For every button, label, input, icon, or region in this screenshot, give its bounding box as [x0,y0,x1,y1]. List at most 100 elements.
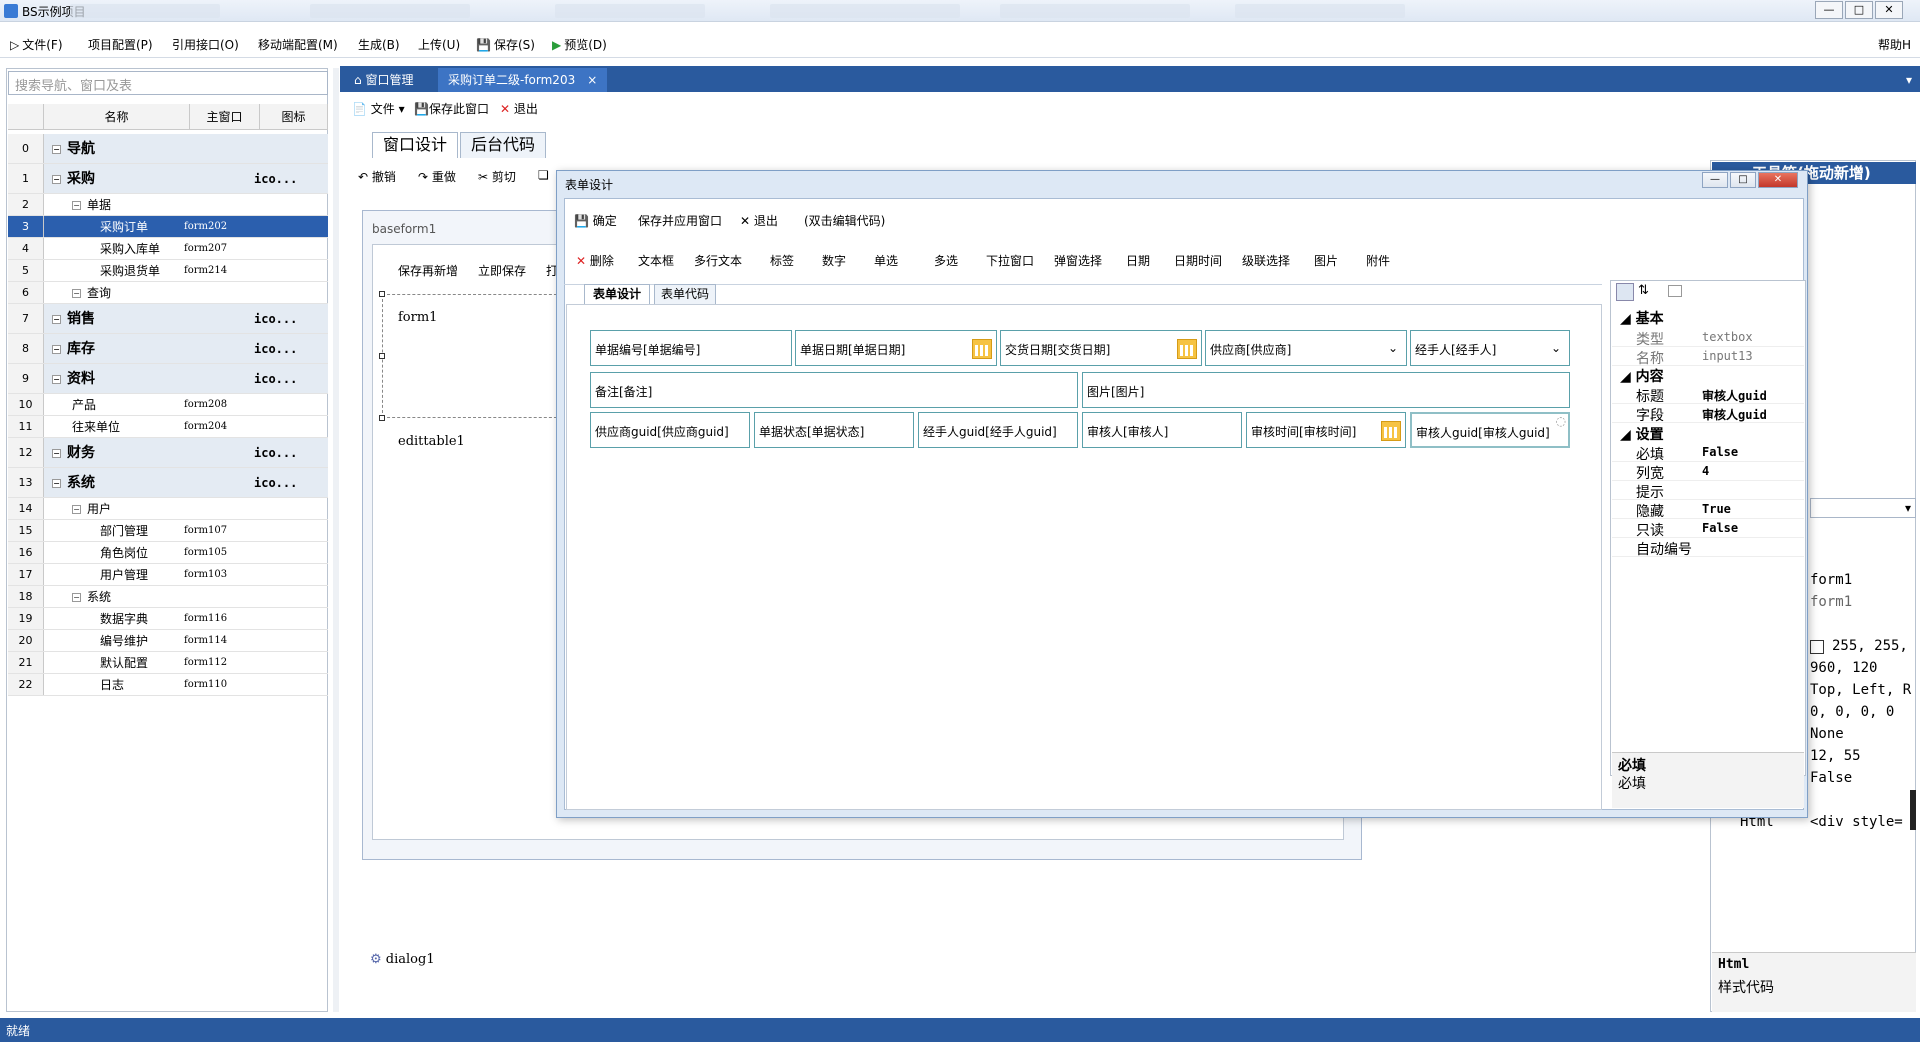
nav-row[interactable]: 7− 销售 ico... [8,304,328,334]
widget-button[interactable]: 多行文本 [694,252,742,269]
nav-row[interactable]: 16 角色岗位 form105 [8,542,328,564]
collapse-icon[interactable]: − [72,505,81,514]
prop-row[interactable]: 隐藏 True [1612,500,1804,520]
field-image[interactable]: 图片[图片] [1082,372,1570,408]
categorized-icon[interactable] [1616,283,1634,301]
collapse-icon[interactable]: − [52,448,61,458]
menu-build[interactable]: 生成(B) [358,36,400,53]
prop-category-basic[interactable]: ◢ 基本 [1620,308,1664,328]
collapse-icon[interactable]: − [72,593,81,602]
widget-button[interactable]: ✕ 删除 [576,252,614,269]
resize-handle[interactable] [379,353,385,359]
nav-row[interactable]: 22 日志 form110 [8,674,328,696]
widget-button[interactable]: 图片 [1314,252,1338,269]
cut-button[interactable]: ✂ 剪切 [478,168,516,185]
nav-row[interactable]: 15 部门管理 form107 [8,520,328,542]
column-header-name[interactable]: 名称 [44,104,190,130]
collapse-icon[interactable]: − [52,344,61,354]
collapse-icon[interactable]: − [52,478,61,488]
object-select[interactable]: ▾ [1810,498,1916,518]
menu-save[interactable]: 💾 保存(S) [476,36,535,53]
tab-overflow-chevron-icon[interactable]: ▾ [1896,68,1920,92]
column-header-icon[interactable]: 图标 [260,104,328,130]
widget-button[interactable]: 标签 [770,252,794,269]
collapse-icon[interactable]: − [52,314,61,324]
menu-project-config[interactable]: 项目配置(P) [88,36,153,53]
dialog-close-button[interactable]: ✕ [1758,172,1798,188]
nav-row[interactable]: 21 默认配置 form112 [8,652,328,674]
prop-row[interactable]: 列宽 4 [1612,462,1804,482]
prop-row[interactable]: 类型 textbox [1612,328,1804,348]
collapse-icon[interactable]: − [52,174,61,184]
menu-file[interactable]: ▷ 文件(F) [10,36,63,53]
tab-window-manage[interactable]: ⌂ 窗口管理 [344,68,423,92]
menu-help[interactable]: 帮助H [1878,36,1911,53]
panel-splitter[interactable] [333,68,339,1012]
redo-button[interactable]: ↷ 重做 [418,168,456,185]
field-supplier-guid[interactable]: 供应商guid[供应商guid] [590,412,750,448]
prop-row[interactable]: 自动编号 [1612,538,1804,558]
close-icon[interactable]: ◌ [1556,414,1566,428]
tab-form-code[interactable]: 表单代码 [654,284,717,304]
dialog-minimize-button[interactable]: — [1702,172,1728,188]
copy-icon[interactable]: ❏ [538,168,549,182]
prop-category-content[interactable]: ◢ 内容 [1620,366,1664,386]
nav-row[interactable]: 6 − 查询 [8,282,328,304]
widget-button[interactable]: 附件 [1366,252,1390,269]
nav-search-input[interactable]: 搜索导航、窗口及表 [8,71,328,95]
undo-button[interactable]: ↶ 撤销 [358,168,396,185]
nav-row[interactable]: 9− 资料 ico... [8,364,328,394]
nav-row[interactable]: 20 编号维护 form114 [8,630,328,652]
nav-row[interactable]: 17 用户管理 form103 [8,564,328,586]
field-supplier[interactable]: 供应商[供应商] ⌄ [1205,330,1407,366]
nav-row[interactable]: 3 采购订单 form202 [8,216,328,238]
nav-row[interactable]: 8− 库存 ico... [8,334,328,364]
widget-button[interactable]: 单选 [874,252,898,269]
tab-active-document[interactable]: 采购订单二级-form203 × [438,68,608,92]
collapse-icon[interactable]: − [52,144,61,154]
nav-row[interactable]: 2 − 单据 [8,194,328,216]
menu-interface[interactable]: 引用接口(O) [172,36,239,53]
resize-handle[interactable] [379,415,385,421]
dialog-maximize-button[interactable]: □ [1730,172,1756,188]
nav-row[interactable]: 13− 系统 ico... [8,468,328,498]
widget-button[interactable]: 级联选择 [1242,252,1290,269]
nav-row[interactable]: 12− 财务 ico... [8,438,328,468]
field-doc-date[interactable]: 单据日期[单据日期] [795,330,997,366]
scrollbar-thumb[interactable] [1910,790,1916,830]
field-handler[interactable]: 经手人[经手人] ⌄ [1410,330,1570,366]
minimize-button[interactable]: — [1815,1,1843,19]
color-swatch[interactable] [1810,640,1824,654]
nav-row[interactable]: 14 − 用户 [8,498,328,520]
dialog-exit-button[interactable]: ✕ 退出 [740,212,778,229]
close-button[interactable]: ✕ [1875,1,1903,19]
field-remark[interactable]: 备注[备注] [590,372,1078,408]
chevron-down-icon[interactable]: ⌄ [1388,341,1398,355]
field-doc-status[interactable]: 单据状态[单据状态] [754,412,914,448]
dialog1-item[interactable]: ⚙ dialog1 [370,952,435,967]
tab-form-design[interactable]: 表单设计 [584,284,651,304]
widget-button[interactable]: 数字 [822,252,846,269]
nav-row[interactable]: 19 数据字典 form116 [8,608,328,630]
collapse-icon[interactable]: − [72,289,81,298]
tab-window-design[interactable]: 窗口设计 [372,132,459,158]
calendar-icon[interactable] [972,339,992,359]
field-doc-number[interactable]: 单据编号[单据编号] [590,330,792,366]
widget-button[interactable]: 多选 [934,252,958,269]
save-new-button[interactable]: 保存再新增 [398,262,458,279]
menu-mobile-config[interactable]: 移动端配置(M) [258,36,338,53]
nav-row[interactable]: 4 采购入库单 form207 [8,238,328,260]
field-handler-guid[interactable]: 经手人guid[经手人guid] [918,412,1078,448]
prop-row[interactable]: 字段 审核人guid [1612,404,1804,424]
widget-button[interactable]: 日期 [1126,252,1150,269]
prop-row[interactable]: 必填 False [1612,443,1804,463]
field-delivery-date[interactable]: 交货日期[交货日期] [1000,330,1202,366]
prop-row[interactable]: 提示 [1612,481,1804,501]
prop-category-settings[interactable]: ◢ 设置 [1620,424,1664,444]
prop-row[interactable]: 标题 审核人guid [1612,385,1804,405]
calendar-icon[interactable] [1177,339,1197,359]
widget-button[interactable]: 下拉窗口 [986,252,1034,269]
collapse-icon[interactable]: − [72,201,81,210]
calendar-icon[interactable] [1381,421,1401,441]
prop-row[interactable]: 名称 input13 [1612,347,1804,367]
